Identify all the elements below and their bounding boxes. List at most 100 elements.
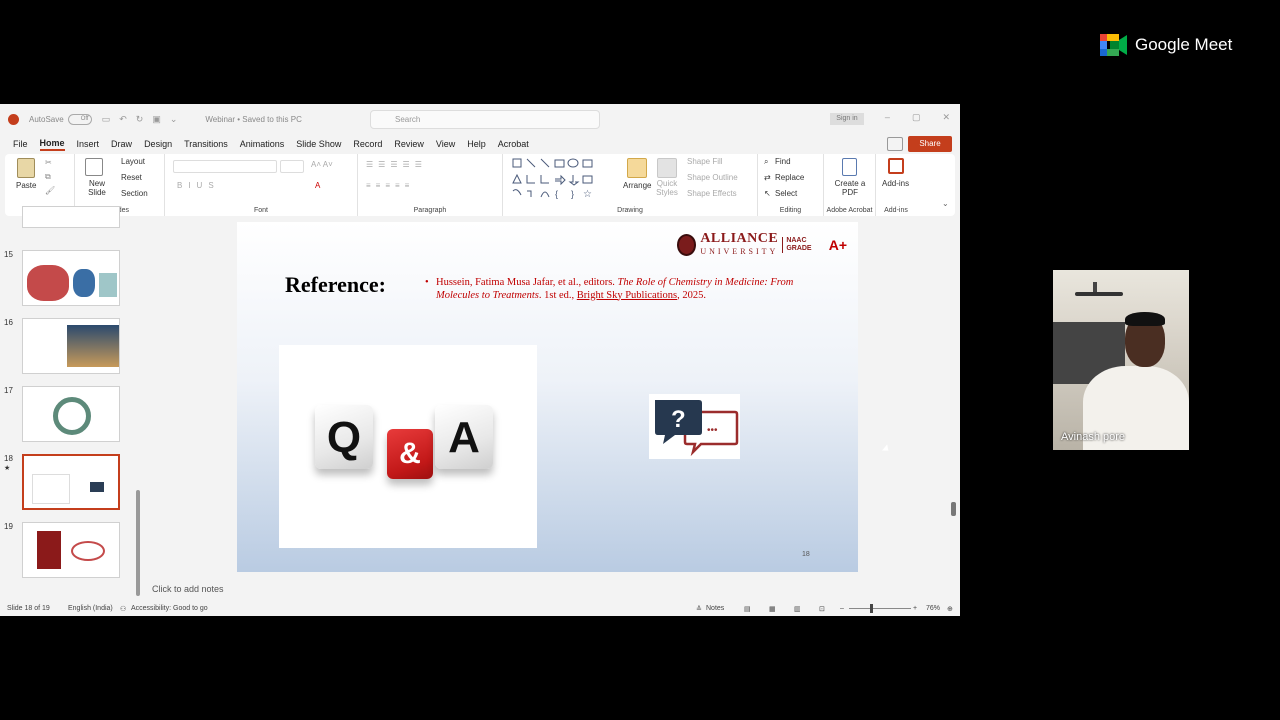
align-icons[interactable]: ≡≡≡≡≡ (366, 181, 414, 190)
find-button[interactable]: Find (775, 157, 791, 166)
cut-icon[interactable]: ✂ (45, 158, 52, 167)
slide-thumbnail-17[interactable] (22, 386, 120, 442)
logo-name: ALLIANCE (700, 231, 779, 246)
replace-icon[interactable]: ⇄ (764, 173, 771, 182)
pdf-icon[interactable] (842, 158, 857, 176)
current-slide[interactable]: ALLIANCE UNIVERSITY NAAC GRADE A+ Refere… (237, 222, 858, 572)
tab-slide-show[interactable]: Slide Show (296, 139, 341, 149)
language-indicator[interactable]: English (India) (68, 605, 113, 612)
title-bar: AutoSave Off ▭ ↶ ↻ ▣ ⌄ Webinar • Saved t… (0, 104, 960, 134)
shape-effects-button[interactable]: Shape Effects (687, 189, 737, 198)
arrange-button[interactable]: Arrange (623, 181, 651, 190)
collapse-ribbon-icon[interactable]: ⌄ (942, 199, 949, 208)
fit-to-window-icon[interactable]: ⊕ (947, 605, 953, 613)
slide-thumbnail-16[interactable] (22, 318, 120, 374)
notes-placeholder[interactable]: Click to add notes (152, 584, 224, 594)
slide-thumbnail-pane: 15 16 17 18 ★ 19 (0, 206, 146, 598)
tab-design[interactable]: Design (144, 139, 172, 149)
font-size-select[interactable] (280, 160, 304, 173)
logo-sub: UNIVERSITY (700, 247, 779, 256)
notes-button[interactable]: Notes (706, 605, 724, 612)
zoom-slider[interactable] (849, 608, 911, 609)
list-icons[interactable]: ☰☰☰☰☰ (366, 160, 427, 169)
new-slide-button[interactable]: New Slide (83, 179, 111, 197)
slide-sorter-icon[interactable]: ▦ (769, 605, 776, 613)
share-button[interactable]: Share (908, 136, 952, 152)
search-box[interactable]: Search (370, 110, 600, 129)
quick-styles-button[interactable]: Quick Styles (653, 179, 681, 197)
close-icon[interactable]: ✕ (942, 112, 950, 123)
copy-icon[interactable]: ⧉ (45, 172, 51, 182)
tab-file[interactable]: File (13, 139, 28, 149)
accessibility-status[interactable]: Accessibility: Good to go (131, 605, 208, 612)
format-painter-icon[interactable]: 🖌 (45, 186, 55, 195)
shape-fill-button[interactable]: Shape Fill (687, 157, 723, 166)
find-icon[interactable]: ⌕ (764, 157, 768, 167)
notes-icon: ≙ (696, 606, 702, 613)
tab-acrobat[interactable]: Acrobat (498, 139, 529, 149)
tab-transitions[interactable]: Transitions (184, 139, 228, 149)
quick-styles-icon[interactable] (657, 158, 677, 178)
tab-animations[interactable]: Animations (240, 139, 285, 149)
zoom-level[interactable]: 76% (926, 605, 940, 612)
customize-qat-icon[interactable]: ⌄ (170, 114, 178, 125)
status-bar: Slide 18 of 19 English (India) ⚇ Accessi… (0, 602, 960, 616)
thumbnail-scrollbar[interactable] (136, 222, 140, 596)
slide-thumbnail-14[interactable] (22, 206, 120, 228)
font-format-icons[interactable]: BIUS (177, 181, 220, 190)
minimize-icon[interactable]: – (885, 112, 890, 123)
new-slide-icon[interactable] (85, 158, 103, 176)
slide-scrollbar[interactable] (951, 220, 957, 570)
save-icon[interactable]: ▭ (102, 114, 111, 125)
addins-icon[interactable] (888, 158, 904, 174)
section-button[interactable]: Section (121, 189, 148, 198)
slide-number: 19 (4, 522, 13, 531)
reset-button[interactable]: Reset (121, 173, 142, 182)
replace-button[interactable]: Replace (775, 173, 804, 182)
participant-name: Avinash pore (1061, 431, 1126, 443)
shapes-gallery[interactable]: {} ☆ (511, 157, 611, 201)
undo-icon[interactable]: ↶ (119, 114, 127, 125)
autosave-label: AutoSave (29, 114, 64, 124)
tab-insert[interactable]: Insert (77, 139, 100, 149)
participant-hair (1125, 312, 1165, 326)
font-family-select[interactable] (173, 160, 277, 173)
layout-button[interactable]: Layout (121, 157, 145, 166)
bullet: • (425, 277, 429, 288)
sign-in-button[interactable]: Sign in (830, 113, 864, 125)
tab-help[interactable]: Help (467, 139, 486, 149)
citation-authors: Hussein, Fatima Musa Jafar, et al., edit… (436, 277, 615, 288)
shape-outline-button[interactable]: Shape Outline (687, 173, 738, 182)
select-icon[interactable]: ↖ (764, 189, 771, 198)
tab-review[interactable]: Review (394, 139, 424, 149)
normal-view-icon[interactable]: ▤ (744, 605, 751, 613)
participant-video-tile[interactable]: Avinash pore (1053, 270, 1189, 450)
font-color-icon[interactable]: A (315, 181, 320, 190)
paste-icon[interactable] (17, 158, 35, 178)
tab-view[interactable]: View (436, 139, 455, 149)
reading-view-icon[interactable]: ▥ (794, 605, 801, 613)
paste-button[interactable]: Paste (16, 181, 36, 190)
zoom-slider-thumb[interactable] (870, 604, 873, 613)
tab-record[interactable]: Record (353, 139, 382, 149)
slide-thumbnail-15[interactable] (22, 250, 120, 306)
die-q: Q (315, 405, 373, 469)
comments-icon[interactable] (887, 137, 903, 151)
present-icon[interactable]: ▣ (152, 114, 161, 125)
arrange-icon[interactable] (627, 158, 647, 178)
slide-thumbnail-18[interactable] (22, 454, 120, 510)
star-icon: ★ (4, 465, 11, 472)
zoom-in-icon[interactable]: + (913, 605, 917, 612)
maximize-icon[interactable]: ▢ (912, 112, 921, 123)
tab-home[interactable]: Home (39, 138, 65, 151)
create-pdf-button[interactable]: Create a PDF (832, 179, 868, 197)
addins-button[interactable]: Add-ins (882, 179, 909, 188)
slideshow-icon[interactable]: ⊡ (819, 605, 825, 613)
tab-draw[interactable]: Draw (111, 139, 132, 149)
slide-thumbnail-19[interactable] (22, 522, 120, 578)
autosave-toggle[interactable]: Off (67, 113, 92, 125)
redo-icon[interactable]: ↻ (136, 114, 144, 125)
select-button[interactable]: Select (775, 189, 797, 198)
font-grow-icon[interactable]: A˄ A˅ (311, 160, 333, 169)
zoom-out-icon[interactable]: – (840, 605, 844, 612)
